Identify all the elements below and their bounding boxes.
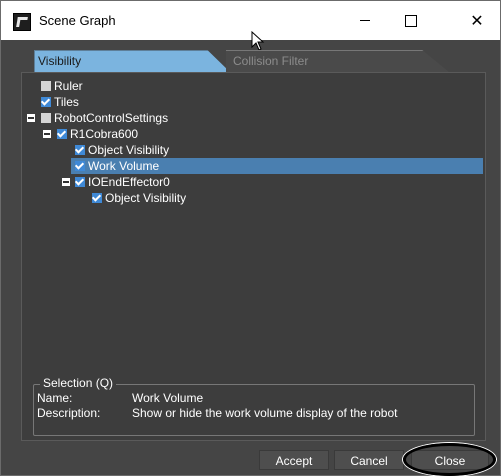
selection-description-value: Show or hide the work volume display of … — [132, 406, 398, 420]
tab-visibility[interactable]: Visibility — [34, 50, 231, 73]
close-icon: ✕ — [470, 12, 484, 30]
title-bar[interactable]: Scene Graph ✕ — [1, 1, 500, 51]
object-visibility-checkbox[interactable] — [92, 193, 102, 203]
selection-legend: Selection (Q) — [40, 376, 117, 390]
maximize-button[interactable] — [388, 1, 434, 40]
selection-description-label: Description: — [37, 406, 101, 420]
accept-button[interactable]: Accept — [259, 450, 329, 470]
ioendeffector0-checkbox[interactable] — [75, 177, 85, 187]
tree-item-ruler[interactable]: Ruler — [22, 78, 483, 94]
tab-collision-filter[interactable]: Collision Filter — [226, 50, 449, 72]
tree-item-label: Tiles — [54, 95, 79, 109]
maximize-icon — [405, 14, 417, 27]
scene-tree-panel: Ruler Tiles RobotControlSettings R1Cobra… — [21, 72, 486, 441]
collapse-icon[interactable] — [62, 178, 70, 186]
tree-item-label: R1Cobra600 — [70, 127, 139, 141]
selection-name-label: Name: — [37, 391, 73, 405]
tree-item-label: RobotControlSettings — [54, 111, 169, 125]
tree-item-tiles[interactable]: Tiles — [22, 94, 483, 110]
app-icon — [13, 13, 31, 31]
minimize-button[interactable] — [342, 1, 388, 40]
selection-name-value: Work Volume — [132, 391, 204, 405]
collapse-icon[interactable] — [43, 130, 51, 138]
tree-item-object-visibility[interactable]: Object Visibility — [22, 142, 483, 158]
tree-item-label: Work Volume — [88, 159, 160, 173]
tiles-checkbox[interactable] — [41, 97, 51, 107]
robot-control-settings-checkbox[interactable] — [41, 113, 51, 123]
tree-item-object-visibility[interactable]: Object Visibility — [22, 190, 483, 206]
window-title: Scene Graph — [39, 13, 116, 28]
close-window-button[interactable]: ✕ — [454, 1, 500, 40]
tree-item-label: Object Visibility — [105, 191, 187, 205]
tree-item-r1cobra600[interactable]: R1Cobra600 — [22, 126, 483, 142]
r1cobra600-checkbox[interactable] — [57, 129, 67, 139]
tree-item-work-volume[interactable]: Work Volume — [71, 158, 483, 174]
minimize-icon — [360, 20, 370, 21]
close-button-highlight-ring — [403, 443, 496, 476]
collapse-icon[interactable] — [27, 114, 35, 122]
scene-graph-window: Scene Graph ✕ Visibility Collision Filte… — [0, 0, 501, 476]
tree-item-label: Ruler — [54, 79, 83, 93]
tab-collision-filter-label: Collision Filter — [233, 54, 309, 68]
selection-group: Selection (Q) Name: Work Volume Descript… — [33, 376, 475, 436]
tree-item-label: Object Visibility — [88, 143, 170, 157]
object-visibility-checkbox[interactable] — [75, 145, 85, 155]
work-volume-checkbox[interactable] — [75, 161, 85, 171]
cancel-button[interactable]: Cancel — [334, 450, 404, 470]
tree-item-robot-control-settings[interactable]: RobotControlSettings — [22, 110, 483, 126]
tree-item-ioendeffector0[interactable]: IOEndEffector0 — [22, 174, 483, 190]
mouse-pointer-icon — [251, 31, 265, 51]
tab-visibility-label: Visibility — [38, 54, 82, 68]
ruler-checkbox[interactable] — [41, 81, 51, 91]
tree-item-label: IOEndEffector0 — [88, 175, 170, 189]
